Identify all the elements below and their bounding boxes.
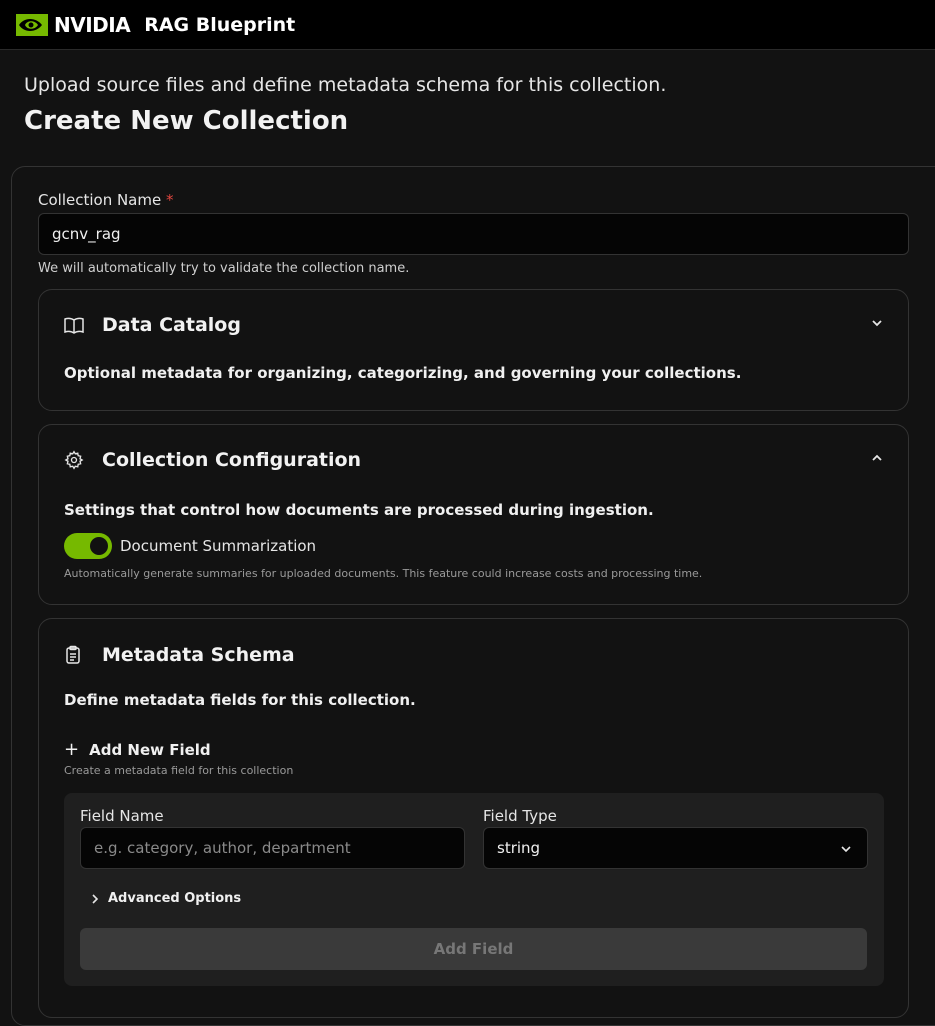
nvidia-eye-icon [16,13,48,36]
new-field-form: Field Name e.g. category, author, depart… [64,793,884,986]
field-name-column: Field Name e.g. category, author, depart… [80,807,465,869]
page-title: Create New Collection [24,106,349,136]
required-mark: * [166,191,174,209]
plus-icon: + [64,739,80,760]
advanced-options-label: Advanced Options [108,891,242,906]
gear-icon [64,449,86,471]
field-name-placeholder: e.g. category, author, department [94,839,351,857]
toggle-knob [90,537,108,555]
advanced-options-toggle[interactable]: Advanced Options [90,891,868,906]
clipboard-icon [64,644,86,666]
chevron-down-icon [841,846,851,853]
form-grid: Field Name e.g. category, author, depart… [80,807,868,869]
nvidia-logo[interactable]: NVIDIA [16,12,131,37]
book-icon [64,314,86,336]
field-type-label: Field Type [483,807,557,825]
add-new-field-helper: Create a metadata field for this collect… [64,764,294,777]
collection-config-section: Collection Configuration Settings that c… [38,424,909,605]
field-name-input[interactable]: e.g. category, author, department [80,827,465,869]
data-catalog-description: Optional metadata for organizing, catego… [64,364,742,382]
collection-config-description: Settings that control how documents are … [64,501,654,519]
collection-config-title: Collection Configuration [102,449,362,471]
data-catalog-title: Data Catalog [102,314,241,336]
collection-name-label: Collection Name * [38,191,924,209]
field-type-select[interactable]: string [483,827,868,869]
brand-name: NVIDIA [54,12,131,37]
collection-name-label-text: Collection Name [38,191,162,209]
top-bar: NVIDIA RAG Blueprint [0,0,935,50]
metadata-schema-header: Metadata Schema [64,619,883,691]
chevron-up-icon[interactable] [870,451,884,465]
document-summarization-label: Document Summarization [120,537,317,555]
collection-config-header[interactable]: Collection Configuration [64,425,883,495]
collection-name-input[interactable] [38,213,909,255]
app-title: RAG Blueprint [144,13,296,36]
field-name-label: Field Name [80,807,164,825]
page-header: Upload source files and define metadata … [0,50,935,166]
collection-name-helper: We will automatically try to validate th… [38,261,410,276]
field-type-column: Field Type string [483,807,868,869]
chevron-down-icon[interactable] [870,316,884,330]
metadata-schema-title: Metadata Schema [102,644,295,666]
document-summarization-toggle[interactable] [64,533,112,559]
data-catalog-header[interactable]: Data Catalog [64,290,883,360]
summarization-toggle-row: Document Summarization [64,533,883,559]
chevron-right-icon [92,893,99,904]
add-field-button[interactable]: Add Field [80,928,867,970]
create-collection-card: Collection Name * We will automatically … [11,166,935,1026]
add-new-field-title: Add New Field [89,740,211,759]
summarization-helper: Automatically generate summaries for upl… [64,567,703,580]
data-catalog-section: Data Catalog Optional metadata for organ… [38,289,909,411]
field-type-value: string [497,839,541,857]
page-subtitle: Upload source files and define metadata … [24,74,667,96]
metadata-schema-description: Define metadata fields for this collecti… [64,691,416,709]
add-new-field-toggle[interactable]: + Add New Field [64,739,883,760]
metadata-schema-section: Metadata Schema Define metadata fields f… [38,618,909,1018]
